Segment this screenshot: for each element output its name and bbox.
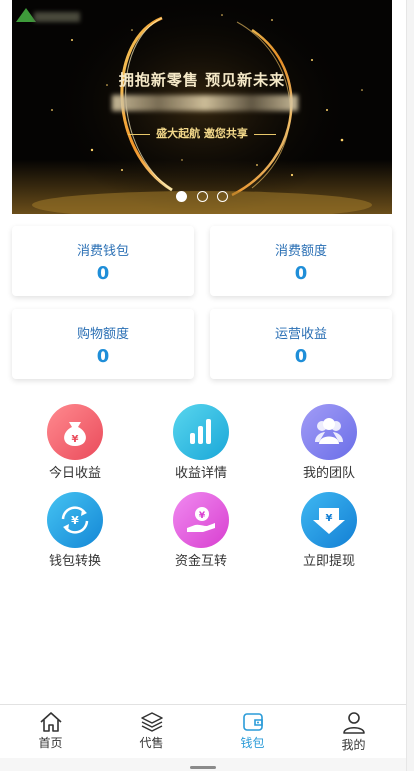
grid-label: 资金互转 <box>174 554 227 569</box>
grid-today-income[interactable]: ¥ 今日收益 <box>20 404 130 481</box>
carousel-dot-2[interactable] <box>196 191 208 202</box>
user-icon <box>342 712 365 734</box>
stat-value: 0 <box>96 346 110 367</box>
scrollbar-track[interactable] <box>406 0 414 771</box>
home-icon <box>39 712 62 732</box>
stat-label: 运营收益 <box>274 327 327 342</box>
hand-coin-icon: ¥ <box>173 492 229 548</box>
bottom-tab-bar: 首页 代售 钱包 我的 <box>0 704 406 758</box>
bottom-safe-area <box>0 758 406 771</box>
tab-label: 首页 <box>38 736 63 750</box>
grid-label: 今日收益 <box>48 466 101 481</box>
banner-tagline: 盛大起航 邀您共享 <box>12 125 392 141</box>
stat-value: 0 <box>294 346 308 367</box>
carousel-dot-1[interactable] <box>176 191 188 202</box>
grid-label: 我的团队 <box>302 466 355 481</box>
stat-value: 0 <box>96 263 110 284</box>
grid-income-details[interactable]: 收益详情 <box>146 404 256 481</box>
bar-chart-icon <box>173 404 229 460</box>
stat-value: 0 <box>294 263 308 284</box>
brand-logo <box>16 8 82 24</box>
home-indicator[interactable] <box>190 766 216 769</box>
grid-fund-transfer[interactable]: ¥ 资金互转 <box>146 492 256 569</box>
stat-label: 消费钱包 <box>76 244 129 259</box>
wallet-page: 拥抱新零售 预见新未来 盛大起航 邀您共享 消费钱包 0 消费额度 0 购物额度… <box>0 0 406 771</box>
banner-headline: 拥抱新零售 预见新未来 <box>118 71 286 89</box>
stat-label: 消费额度 <box>274 244 327 259</box>
svg-text:¥: ¥ <box>199 511 206 521</box>
tab-wallet[interactable]: 钱包 <box>202 705 303 759</box>
grid-label: 收益详情 <box>174 466 227 481</box>
tab-mine[interactable]: 我的 <box>303 705 404 759</box>
tab-home[interactable]: 首页 <box>0 705 101 759</box>
money-bag-icon: ¥ <box>47 404 103 460</box>
withdraw-icon: ¥ <box>301 492 357 548</box>
banner-subtitle-blurred <box>112 95 298 111</box>
svg-text:¥: ¥ <box>71 514 79 527</box>
tab-label: 钱包 <box>240 736 265 750</box>
stat-card-operating-income[interactable]: 运营收益 0 <box>210 309 392 379</box>
tab-consignment[interactable]: 代售 <box>101 705 202 759</box>
stat-card-shopping-quota[interactable]: 购物额度 0 <box>12 309 194 379</box>
tab-label: 代售 <box>139 736 164 750</box>
tab-label: 我的 <box>341 738 366 752</box>
stat-card-consumption-wallet[interactable]: 消费钱包 0 <box>12 226 194 296</box>
grid-my-team[interactable]: 我的团队 <box>274 404 384 481</box>
svg-text:¥: ¥ <box>72 434 79 445</box>
exchange-icon: ¥ <box>47 492 103 548</box>
wallet-icon <box>242 713 263 731</box>
svg-text:¥: ¥ <box>326 513 333 524</box>
layers-icon <box>140 712 163 732</box>
grid-label: 立即提现 <box>302 554 355 569</box>
grid-label: 钱包转换 <box>48 554 101 569</box>
team-icon <box>301 404 357 460</box>
grid-wallet-exchange[interactable]: ¥ 钱包转换 <box>20 492 130 569</box>
promo-banner[interactable]: 拥抱新零售 预见新未来 盛大起航 邀您共享 <box>12 0 392 214</box>
carousel-dot-3[interactable] <box>216 191 228 202</box>
stat-card-consumption-quota[interactable]: 消费额度 0 <box>210 226 392 296</box>
carousel-dots[interactable] <box>12 187 392 206</box>
stat-label: 购物额度 <box>76 327 129 342</box>
grid-withdraw-now[interactable]: ¥ 立即提现 <box>274 492 384 569</box>
